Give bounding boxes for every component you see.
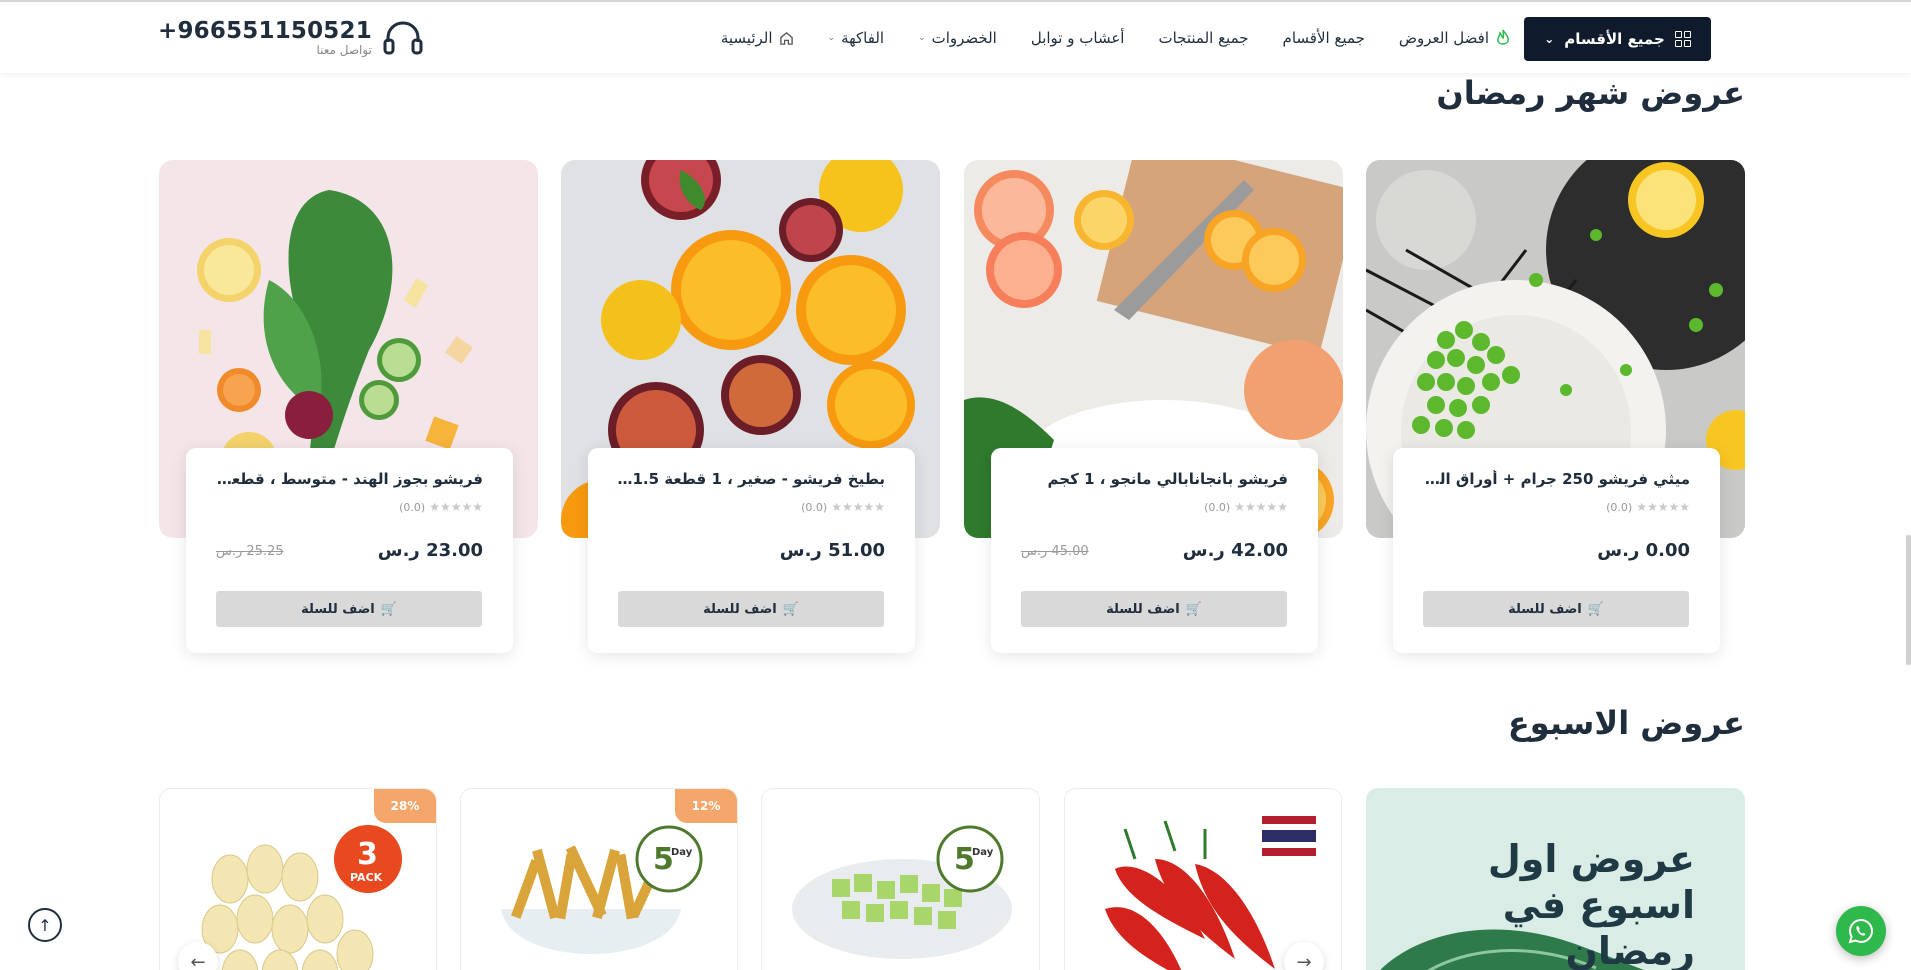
pack-badge: 3 PACK: [334, 825, 402, 893]
nav-label-all-products: جميع المنتجات: [1158, 29, 1249, 47]
rating-value: (0.0): [1204, 500, 1231, 514]
shelf-life-badge: 5 Day: [936, 825, 1004, 893]
discount-badge: 12%: [675, 789, 737, 823]
nav-label-best-offers: افضل العروض: [1398, 29, 1489, 47]
star-rating-icon: ★★★★★: [1636, 500, 1690, 514]
svg-text:Day: Day: [972, 847, 994, 858]
product-name[interactable]: بطيخ فريشو - صغير ، 1 قطعة 1.5 - 2.7...: [615, 470, 885, 488]
nav-label-herbs: أعشاب و توابل: [1030, 29, 1125, 47]
arrow-up-icon: ↑: [38, 915, 52, 935]
thailand-flag-icon: [1262, 816, 1316, 856]
scroll-to-top-button[interactable]: ↑: [28, 908, 62, 942]
cart-icon: 🛒: [1185, 601, 1202, 617]
add-to-cart-button[interactable]: 🛒 اضف للسلة: [216, 591, 482, 627]
week-promo-banner[interactable]: عروض اول اسبوع في رمضان: [1366, 788, 1745, 970]
product-price: 0.00 ر.س: [1597, 540, 1690, 561]
product-old-price: 25.25 ر.س: [216, 544, 284, 559]
contact-label: تواصل معنا: [316, 43, 372, 57]
page-scrollbar-thumb[interactable]: [1906, 535, 1911, 665]
nav-item-best-offers[interactable]: افضل العروض: [1399, 29, 1511, 47]
rating-value: (0.0): [801, 500, 828, 514]
nav-label-fruits: الفاكهة: [841, 29, 885, 47]
section-title-week: عروض الاسبوع: [1507, 704, 1745, 742]
chevron-down-icon: ⌄: [827, 33, 836, 43]
add-to-cart-button[interactable]: 🛒 اضف للسلة: [1423, 591, 1689, 627]
contact-block[interactable]: +966551150521 تواصل معنا: [158, 16, 424, 60]
add-to-cart-label: اضف للسلة: [1106, 601, 1180, 617]
product-name[interactable]: ميثي فريشو 250 جرام + أوراق الكزبرة ...: [1420, 470, 1690, 488]
cart-icon: 🛒: [782, 601, 799, 617]
nav-item-herbs[interactable]: أعشاب و توابل: [1031, 29, 1125, 47]
product-card[interactable]: فريشو بجوز الهند - متوسط ، قطعة و... ★★★…: [186, 448, 513, 653]
nav-label-all-categories: جميع الأقسام: [1282, 29, 1365, 47]
product-rating: ★★★★★ (0.0): [1606, 500, 1690, 514]
grid-icon: [1674, 31, 1691, 47]
promo-text: عروض اول اسبوع في رمضان: [1487, 837, 1695, 970]
svg-text:PACK: PACK: [350, 871, 383, 884]
product-price: 23.00 ر.س: [377, 540, 483, 561]
nav-item-home[interactable]: الرئيسية: [721, 29, 794, 47]
product-name[interactable]: فريشو بانجانابالي مانجو ، 1 كجم: [1018, 470, 1288, 488]
nav-item-all-categories[interactable]: جميع الأقسام: [1283, 29, 1365, 47]
product-card[interactable]: بطيخ فريشو - صغير ، 1 قطعة 1.5 - 2.7... …: [588, 448, 915, 653]
rating-value: (0.0): [399, 500, 426, 514]
section-title-ramadan: عروض شهر رمضان: [1436, 74, 1745, 112]
week-product-card[interactable]: 5 Day: [761, 788, 1040, 970]
product-price: 51.00 ر.س: [779, 540, 885, 561]
add-to-cart-button[interactable]: 🛒 اضف للسلة: [618, 591, 884, 627]
svg-text:Day: Day: [671, 847, 693, 858]
cart-icon: 🛒: [380, 601, 397, 617]
nav-item-vegetables[interactable]: الخضروات ⌄: [918, 29, 997, 47]
chevron-down-icon: ⌄: [918, 33, 926, 43]
main-nav: الرئيسية الفاكهة ⌄ الخضروات ⌄ أعشاب و تو…: [721, 24, 1511, 52]
nav-label-home: الرئيسية: [720, 29, 773, 47]
product-card[interactable]: ميثي فريشو 250 جرام + أوراق الكزبرة ... …: [1393, 448, 1720, 653]
product-name[interactable]: فريشو بجوز الهند - متوسط ، قطعة و...: [213, 470, 483, 488]
arrow-right-icon: →: [1296, 951, 1312, 970]
rating-value: (0.0): [1606, 500, 1633, 514]
cart-icon: 🛒: [1587, 601, 1604, 617]
chevron-down-icon: ⌄: [1544, 32, 1555, 46]
product-card[interactable]: فريشو بانجانابالي مانجو ، 1 كجم ★★★★★ (0.…: [991, 448, 1318, 653]
add-to-cart-label: اضف للسلة: [301, 601, 375, 617]
arrow-left-icon: ←: [190, 951, 206, 970]
nav-item-all-products[interactable]: جميع المنتجات: [1158, 29, 1248, 47]
product-rating: ★★★★★ (0.0): [399, 500, 483, 514]
phone-number[interactable]: +966551150521: [158, 19, 372, 43]
svg-text:3: 3: [357, 837, 378, 872]
whatsapp-icon: [1848, 918, 1874, 944]
categories-button-label: جميع الأقسام: [1564, 30, 1665, 48]
product-price: 42.00 ر.س: [1182, 540, 1288, 561]
fire-icon: [1495, 29, 1511, 47]
nav-label-vegetables: الخضروات: [931, 29, 997, 47]
add-to-cart-label: اضف للسلة: [1508, 601, 1582, 617]
headset-icon: [383, 21, 423, 55]
product-rating: ★★★★★ (0.0): [801, 500, 885, 514]
shelf-life-badge: 5 Day: [635, 825, 703, 893]
star-rating-icon: ★★★★★: [831, 500, 885, 514]
nav-item-fruits[interactable]: الفاكهة ⌄: [828, 29, 885, 47]
product-rating: ★★★★★ (0.0): [1204, 500, 1288, 514]
all-categories-button[interactable]: جميع الأقسام ⌄: [1524, 17, 1711, 61]
whatsapp-button[interactable]: [1836, 906, 1886, 956]
star-rating-icon: ★★★★★: [429, 500, 483, 514]
home-icon: [779, 31, 794, 46]
add-to-cart-button[interactable]: 🛒 اضف للسلة: [1021, 591, 1287, 627]
discount-badge: 28%: [374, 789, 436, 823]
week-product-card[interactable]: 5 Day 12%: [460, 788, 738, 970]
top-header: جميع الأقسام ⌄ الرئيسية الفاكهة ⌄ الخضرو…: [0, 0, 1911, 73]
product-old-price: 45.00 ر.س: [1021, 544, 1089, 559]
star-rating-icon: ★★★★★: [1234, 500, 1288, 514]
add-to-cart-label: اضف للسلة: [703, 601, 777, 617]
